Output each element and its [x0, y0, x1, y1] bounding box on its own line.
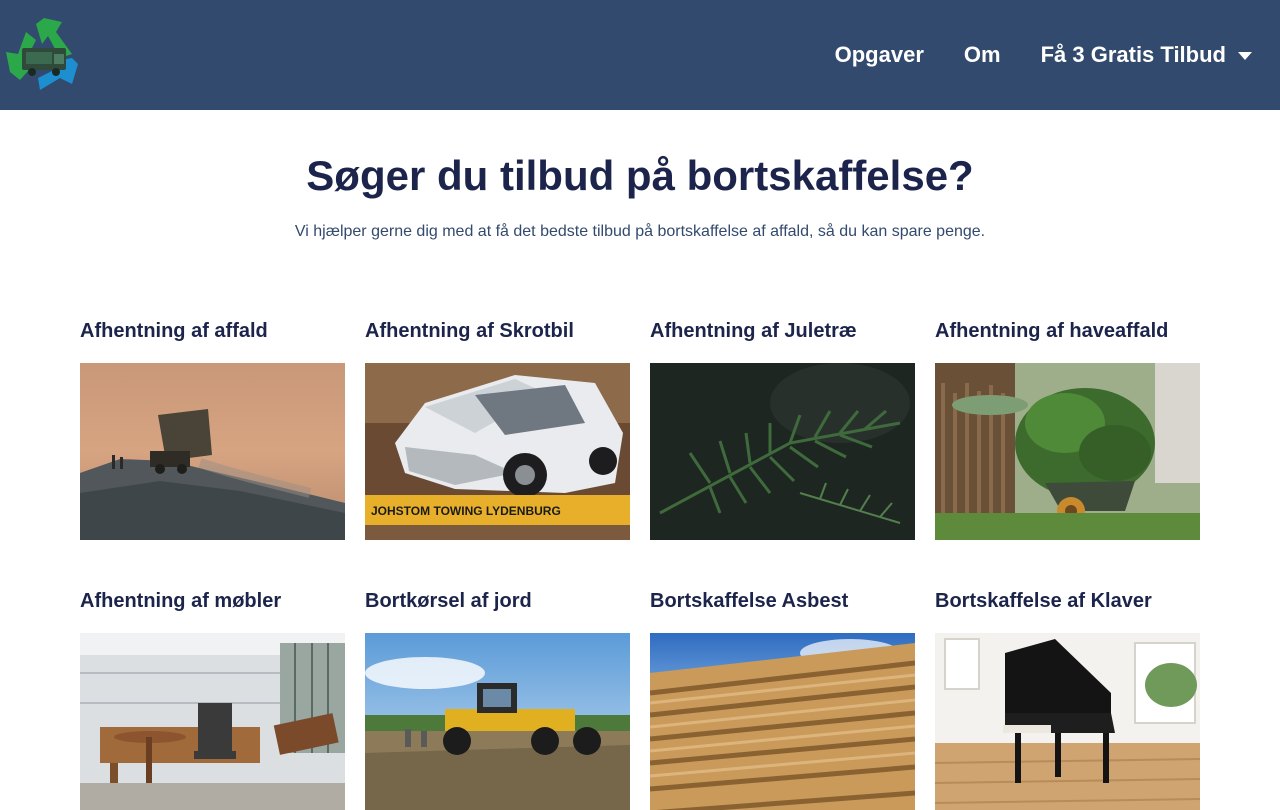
service-card-juletrae[interactable]: Afhentning af Juletræ	[650, 318, 915, 540]
site-header: Opgaver Om Få 3 Gratis Tilbud	[0, 0, 1280, 110]
service-card-haveaffald[interactable]: Afhentning af haveaffald	[935, 318, 1200, 540]
nav-item-label: Få 3 Gratis Tilbud	[1040, 42, 1226, 67]
corrugated-roof-image[interactable]	[650, 633, 915, 810]
nav-item-opgaver[interactable]: Opgaver	[835, 42, 924, 68]
service-card-asbest[interactable]: Bortskaffelse Asbest	[650, 588, 915, 810]
wrecked-car-image[interactable]: JOHSTOM TOWING LYDENBURG	[365, 363, 630, 540]
page-title: Søger du tilbud på bortskaffelse?	[306, 152, 974, 199]
card-title: Afhentning af affald	[80, 320, 268, 342]
main-nav: Opgaver Om Få 3 Gratis Tilbud	[835, 0, 1252, 110]
nav-item-label: Opgaver	[834, 42, 924, 67]
service-card-jord[interactable]: Bortkørsel af jord	[365, 588, 630, 810]
landfill-dump-truck-image[interactable]	[80, 363, 345, 540]
service-card-affald[interactable]: Afhentning af affald	[80, 318, 345, 540]
nav-item-label: Om	[963, 42, 1001, 67]
card-title: Bortskaffelse Asbest	[650, 590, 849, 612]
caret-down-icon	[1238, 52, 1252, 60]
nav-item-om[interactable]: Om	[964, 42, 1001, 68]
nav-item-fa-3-gratis-tilbud[interactable]: Få 3 Gratis Tilbud	[1041, 42, 1252, 68]
grader-on-soil-image[interactable]	[365, 633, 630, 810]
service-card-klaver[interactable]: Bortskaffelse af Klaver	[935, 588, 1200, 810]
service-card-moebler[interactable]: Afhentning af møbler	[80, 588, 345, 810]
card-image-caption: JOHSTOM TOWING LYDENBURG	[371, 504, 561, 518]
card-title: Afhentning af møbler	[80, 590, 282, 612]
card-title: Afhentning af haveaffald	[935, 320, 1169, 342]
service-grid: Afhentning af affald Afhentning af Skrot…	[80, 318, 1200, 810]
old-furniture-room-image[interactable]	[80, 633, 345, 810]
fir-branch-image[interactable]	[650, 363, 915, 540]
service-card-skrotbil[interactable]: Afhentning af Skrotbil JOHSTOM TOWING LY…	[365, 318, 630, 540]
card-title: Bortkørsel af jord	[365, 590, 532, 612]
grand-piano-image[interactable]	[935, 633, 1200, 810]
recycling-truck-logo-icon[interactable]	[2, 14, 86, 96]
garden-wheelbarrow-image[interactable]	[935, 363, 1200, 540]
page-subtitle: Vi hjælper gerne dig med at få det bedst…	[294, 223, 986, 240]
card-title: Afhentning af Juletræ	[650, 320, 857, 342]
card-title: Bortskaffelse af Klaver	[935, 590, 1152, 612]
card-title: Afhentning af Skrotbil	[365, 320, 574, 342]
